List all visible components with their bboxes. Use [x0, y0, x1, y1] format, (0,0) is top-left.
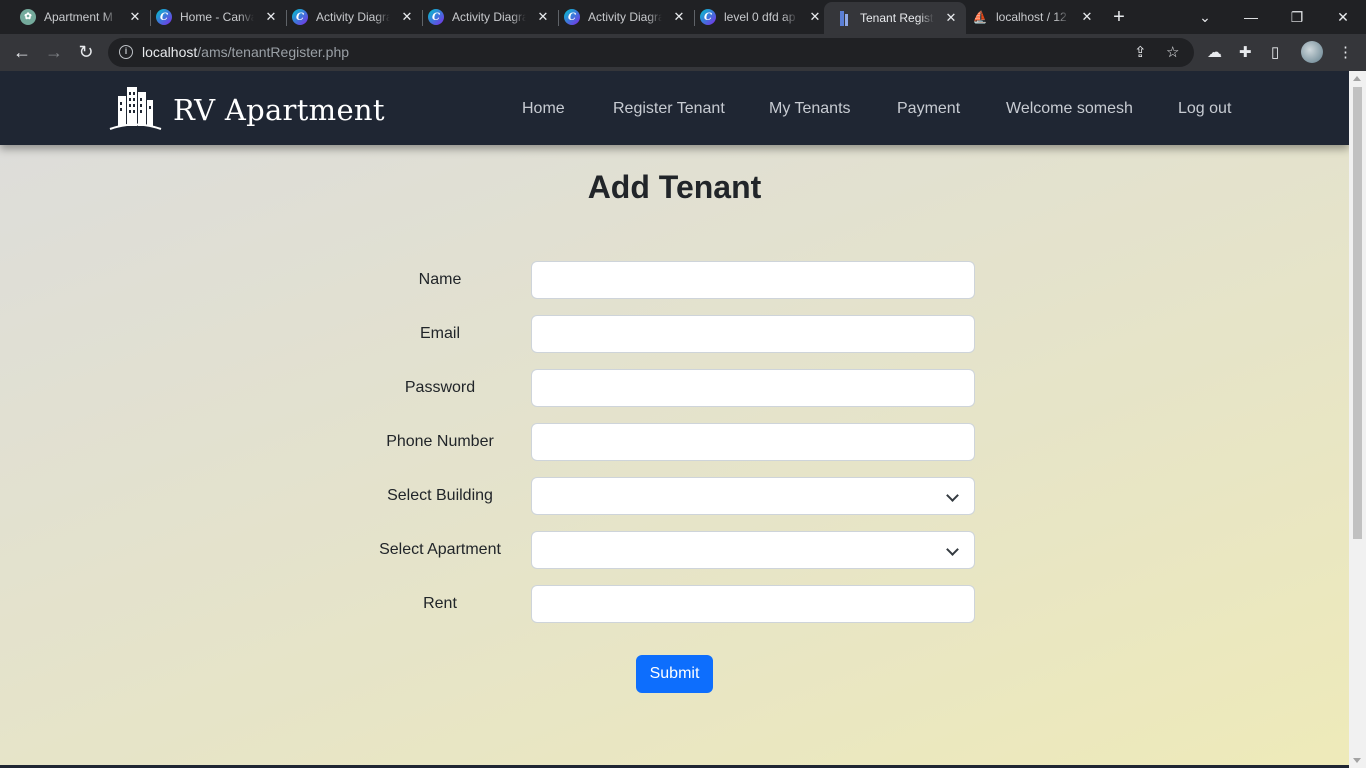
url-text: localhost/ams/tenantRegister.php [142, 44, 350, 60]
canva-icon: C [292, 9, 308, 25]
puzzle-icon[interactable]: ✚ [1239, 43, 1252, 61]
tab-title: Apartment M [44, 10, 113, 24]
brand[interactable]: RV Apartment [108, 84, 385, 136]
extension-icon[interactable]: ☁ [1207, 43, 1222, 61]
address-bar[interactable]: i localhost/ams/tenantRegister.php ⇪ ☆ [108, 38, 1194, 67]
tab-activity-diagram-3[interactable]: C Activity Diagram ✕ [552, 4, 695, 30]
password-field[interactable] [531, 369, 975, 407]
restore-button[interactable]: ❐ [1274, 0, 1320, 34]
browser-tab-strip: ✿ Apartment M ✕ C Home - Canva ✕ C Activ… [0, 0, 1366, 34]
phone-field[interactable] [531, 423, 975, 461]
close-icon[interactable]: ✕ [672, 9, 686, 25]
tab-search-icon[interactable]: ⌄ [1182, 0, 1228, 34]
canva-icon: C [428, 9, 444, 25]
tab-activity-diagram-2[interactable]: C Activity Diagram ✕ [416, 4, 559, 30]
canva-icon: C [564, 9, 580, 25]
apartment-select[interactable] [531, 531, 975, 569]
name-label: Name [418, 271, 462, 288]
scroll-thumb[interactable] [1353, 87, 1362, 539]
tab-title: Activity Diagram [588, 10, 662, 24]
bookmark-star-icon[interactable]: ☆ [1166, 43, 1179, 61]
tab-title: localhost / 12 [996, 10, 1067, 24]
site-info-icon[interactable]: i [119, 45, 133, 59]
tab-tenant-register[interactable]: Tenant Register ✕ [824, 2, 966, 34]
site-navbar: RV Apartment Home Register Tenant My Ten… [0, 71, 1349, 145]
close-icon[interactable]: ✕ [808, 9, 822, 25]
nav-welcome-user[interactable]: Welcome somesh [1006, 100, 1133, 118]
close-icon[interactable]: ✕ [536, 9, 550, 25]
rent-field[interactable] [531, 585, 975, 623]
close-icon[interactable]: ✕ [264, 9, 278, 25]
nav-payment[interactable]: Payment [897, 100, 960, 118]
building-label: Select Building [387, 487, 493, 504]
chatgpt-icon: ✿ [20, 9, 36, 25]
close-icon[interactable]: ✕ [1080, 9, 1094, 25]
close-icon[interactable]: ✕ [128, 9, 142, 25]
tab-title: Home - Canva [180, 10, 254, 24]
back-icon[interactable]: ← [10, 40, 34, 64]
phpmyadmin-icon: ⛵ [972, 10, 988, 24]
tab-title: Activity Diagram [452, 10, 526, 24]
tab-title: Tenant Register [860, 11, 934, 25]
close-icon[interactable]: ✕ [400, 9, 414, 25]
email-field[interactable] [531, 315, 975, 353]
nav-home[interactable]: Home [522, 100, 565, 118]
menu-kebab-icon[interactable]: ⋮ [1338, 43, 1353, 61]
name-field[interactable] [531, 261, 975, 299]
email-label: Email [419, 325, 460, 342]
building-logo-icon [108, 84, 163, 136]
page-scrollbar[interactable] [1349, 71, 1366, 768]
reload-icon[interactable]: ↻ [74, 40, 98, 64]
nav-logout[interactable]: Log out [1178, 100, 1231, 118]
canva-icon: C [156, 9, 172, 25]
building-icon [836, 10, 852, 26]
share-icon[interactable]: ⇪ [1134, 43, 1147, 61]
side-panel-icon[interactable]: ▯ [1271, 43, 1279, 61]
scroll-down-icon[interactable] [1353, 758, 1361, 763]
close-icon[interactable]: ✕ [944, 10, 958, 26]
building-select[interactable] [531, 477, 975, 515]
tab-activity-diagram-1[interactable]: C Activity Diagram ✕ [280, 4, 423, 30]
tab-apartment[interactable]: ✿ Apartment M ✕ [8, 4, 151, 30]
scroll-up-icon[interactable] [1353, 76, 1361, 81]
brand-name: RV Apartment [173, 93, 385, 127]
browser-toolbar: ← → ↻ i localhost/ams/tenantRegister.php… [0, 34, 1366, 71]
page-body: RV Apartment Home Register Tenant My Ten… [0, 71, 1349, 768]
nav-register-tenant[interactable]: Register Tenant [613, 100, 725, 118]
new-tab-button[interactable]: + [1108, 6, 1130, 28]
close-window-button[interactable]: ✕ [1320, 0, 1366, 34]
apartment-label: Select Apartment [379, 541, 501, 558]
submit-button[interactable]: Submit [636, 655, 713, 693]
avatar[interactable] [1301, 41, 1323, 63]
password-label: Password [404, 379, 476, 396]
canva-icon: C [700, 9, 716, 25]
tab-canva-home[interactable]: C Home - Canva ✕ [144, 4, 287, 30]
nav-my-tenants[interactable]: My Tenants [769, 100, 851, 118]
tab-phpmyadmin[interactable]: ⛵ localhost / 12 ✕ [960, 4, 1102, 30]
page-title: Add Tenant [587, 169, 762, 205]
minimize-button[interactable]: — [1228, 0, 1274, 34]
tab-title: Activity Diagram [316, 10, 390, 24]
tab-title: level 0 dfd ap [724, 10, 796, 24]
rent-label: Rent [423, 595, 457, 612]
forward-icon[interactable]: → [42, 40, 66, 64]
tab-level0-dfd[interactable]: C level 0 dfd ap ✕ [688, 4, 830, 30]
phone-label: Phone Number [386, 433, 494, 450]
